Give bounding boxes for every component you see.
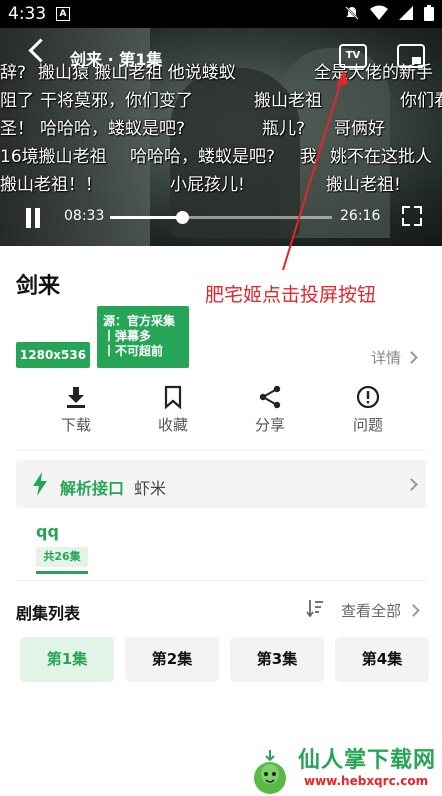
details-link[interactable]: 详情	[371, 347, 418, 368]
parse-api-value: 虾米	[134, 479, 167, 498]
status-bar: 4:33 A	[0, 0, 442, 28]
annotation-text: 肥宅姬点击投屏按钮	[205, 284, 377, 306]
chevron-right-icon	[405, 478, 418, 491]
danmaku-comment: 阻了	[0, 91, 34, 111]
parse-api-label: 解析接口	[60, 479, 125, 498]
picture-in-picture-button[interactable]	[397, 44, 425, 68]
source-tab-indicator	[36, 571, 88, 574]
divider	[16, 580, 426, 581]
site-watermark: 仙人掌下载网 www.hebxqrc.com	[248, 740, 442, 796]
source-line: 源：官方采集	[103, 314, 176, 328]
player-title: 剑来 · 第1集	[70, 50, 163, 69]
episode-button[interactable]: 第3集	[230, 637, 324, 682]
pause-button[interactable]	[24, 208, 42, 228]
share-label: 分享	[254, 416, 285, 434]
danmaku-comment: 干将莫邪，你们变了	[40, 91, 193, 111]
source-tab-qq[interactable]: qq 共26集	[36, 522, 88, 574]
share-button[interactable]: 分享	[235, 384, 305, 435]
view-all-label: 查看全部	[341, 602, 402, 620]
current-time: 08:33	[64, 208, 105, 224]
danmaku-comment: 哈哈哈，蝼蚁是吧?	[40, 119, 186, 139]
lightning-icon	[33, 472, 47, 496]
danmaku-comment: 哥俩好	[334, 119, 385, 139]
danmaku-comment: 圣！	[0, 119, 34, 139]
danmaku-comment: 哈哈哈，蝼蚁是吧?	[130, 147, 276, 167]
parse-api-row[interactable]: 解析接口 虾米	[16, 460, 426, 508]
danmaku-comment: 搬山老祖!	[326, 175, 401, 195]
battery-icon	[424, 5, 434, 21]
report-button[interactable]: 问题	[333, 384, 403, 435]
danmaku-comment: 搬山老祖！！	[0, 175, 102, 195]
episode-grid: 第1集 第2集 第3集 第4集	[20, 637, 429, 682]
download-button[interactable]: 下载	[41, 384, 111, 435]
signal-icon	[399, 6, 413, 20]
episode-button[interactable]: 第4集	[335, 637, 429, 682]
duration: 26:16	[340, 208, 381, 224]
danmaku-comment: 姚不在这批人	[330, 147, 432, 167]
danmaku-comment: 搬山老祖	[254, 91, 322, 111]
progress-bar[interactable]	[110, 211, 332, 224]
details-label: 详情	[371, 349, 402, 367]
resolution-badge: 1280x536	[16, 342, 90, 368]
danmaku-comment: 瓶儿?	[262, 119, 306, 139]
bookmark-icon	[164, 385, 182, 409]
danmaku-comment: 小屁孩儿!	[170, 175, 245, 195]
video-player[interactable]: 辞? 搬山猿 搬山老祖 他说蝼蚁 全是大佬的新手 阻了 干将莫邪，你们变了 搬山…	[0, 28, 442, 246]
wifi-icon	[370, 5, 388, 20]
cactus-logo-icon	[254, 750, 286, 794]
danmaku-comment: 我	[300, 147, 317, 167]
source-line: 丨不可超前	[103, 344, 164, 358]
sort-icon[interactable]	[305, 598, 325, 618]
danmaku-comment: 你们看	[400, 91, 442, 111]
episode-list-title: 剧集列表	[16, 604, 81, 623]
action-bar: 下载 收藏 分享 问题	[0, 384, 442, 440]
show-title: 剑来	[16, 274, 61, 299]
download-label: 下载	[60, 416, 91, 434]
report-label: 问题	[352, 416, 383, 434]
source-tab-name: qq	[36, 522, 59, 541]
bookmark-button[interactable]: 收藏	[138, 384, 208, 435]
episode-count-badge: 共26集	[36, 547, 88, 567]
alert-icon	[356, 385, 380, 409]
mute-bell-icon	[345, 6, 359, 20]
chevron-right-icon	[405, 351, 418, 364]
watermark-name: 仙人掌下载网	[298, 748, 437, 773]
fullscreen-icon[interactable]	[402, 206, 422, 226]
cast-tv-button[interactable]: TV	[339, 44, 367, 68]
chevron-right-icon	[407, 604, 420, 617]
progress-fill	[110, 216, 183, 219]
source-line: 丨弹幕多	[103, 329, 152, 343]
status-icons	[344, 5, 434, 21]
notification-a-icon: A	[56, 7, 70, 21]
download-icon	[67, 387, 85, 408]
back-arrow-icon[interactable]	[28, 38, 53, 63]
bookmark-label: 收藏	[157, 416, 188, 434]
watermark-url: www.hebxqrc.com	[304, 774, 429, 788]
divider	[16, 450, 426, 451]
episode-button[interactable]: 第1集	[20, 637, 114, 682]
share-icon	[259, 385, 281, 409]
source-badge: 源：官方采集 丨弹幕多 丨不可超前	[97, 306, 189, 368]
danmaku-comment: 16境搬山老祖	[0, 147, 107, 167]
view-all-link[interactable]: 查看全部	[341, 600, 420, 621]
episode-button[interactable]: 第2集	[125, 637, 219, 682]
status-time: 4:33	[8, 4, 47, 24]
player-top-bar: 剑来 · 第1集 TV	[0, 28, 442, 78]
